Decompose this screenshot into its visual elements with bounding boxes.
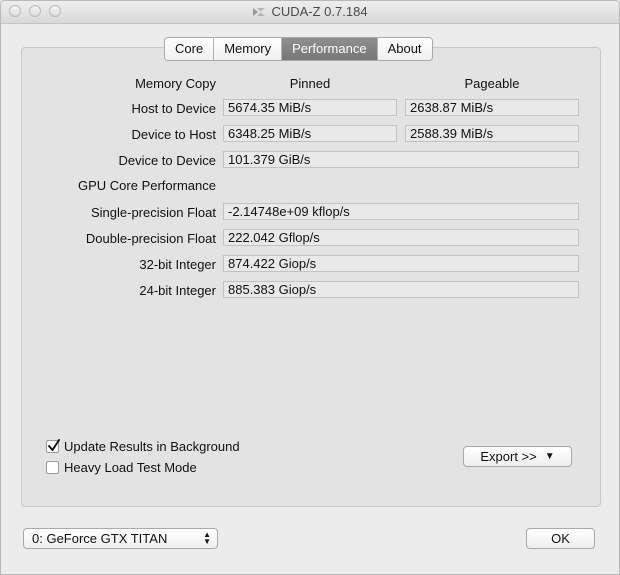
memory-copy-heading: Memory Copy bbox=[135, 76, 216, 91]
tab-about[interactable]: About bbox=[377, 38, 432, 60]
tab-content-panel bbox=[21, 47, 601, 507]
pageable-column-header: Pageable bbox=[464, 76, 520, 91]
int32-value: 874.422 Giop/s bbox=[223, 255, 579, 272]
title-bar: CUDA-Z 0.7.184 bbox=[1, 1, 619, 24]
int32-label: 32-bit Integer bbox=[139, 257, 216, 272]
window-title-container: CUDA-Z 0.7.184 bbox=[1, 4, 619, 21]
host-to-device-pageable-value: 2638.87 MiB/s bbox=[405, 99, 579, 116]
export-button[interactable]: Export >> ▼ bbox=[463, 446, 572, 467]
single-precision-value: -2.14748e+09 kflop/s bbox=[223, 203, 579, 220]
ok-button[interactable]: OK bbox=[526, 528, 595, 549]
single-precision-label: Single-precision Float bbox=[90, 205, 216, 220]
export-button-label: Export >> bbox=[480, 449, 537, 464]
device-to-host-pinned-value: 6348.25 MiB/s bbox=[223, 125, 397, 142]
update-background-checkbox[interactable]: Update Results in Background bbox=[46, 439, 240, 454]
host-to-device-label: Host to Device bbox=[131, 101, 216, 116]
triangle-down-icon: ▼ bbox=[544, 451, 555, 462]
tab-memory[interactable]: Memory bbox=[214, 38, 283, 60]
tab-performance[interactable]: Performance bbox=[282, 38, 378, 60]
cuda-z-logo-icon bbox=[252, 6, 266, 21]
double-precision-label: Double-precision Float bbox=[85, 231, 216, 246]
device-to-host-pageable-value: 2588.39 MiB/s bbox=[405, 125, 579, 142]
int24-value: 885.383 Giop/s bbox=[223, 281, 579, 298]
heavy-load-checkbox[interactable]: Heavy Load Test Mode bbox=[46, 460, 197, 475]
device-select-value: 0: GeForce GTX TITAN bbox=[32, 531, 168, 546]
app-window: CUDA-Z 0.7.184 Core Memory Performance A… bbox=[0, 0, 620, 575]
checkbox-unchecked-icon bbox=[46, 461, 59, 474]
device-select[interactable]: 0: GeForce GTX TITAN ▲ ▼ bbox=[23, 528, 218, 549]
tab-core[interactable]: Core bbox=[165, 38, 215, 60]
window-title: CUDA-Z 0.7.184 bbox=[271, 4, 368, 19]
device-to-host-label: Device to Host bbox=[131, 127, 216, 142]
device-to-device-label: Device to Device bbox=[118, 153, 216, 168]
tab-bar: Core Memory Performance About bbox=[164, 37, 433, 61]
update-background-label: Update Results in Background bbox=[64, 439, 240, 454]
checkbox-checked-icon bbox=[46, 439, 60, 453]
gpu-core-performance-heading: GPU Core Performance bbox=[78, 178, 216, 193]
up-down-chevron-icon: ▲ ▼ bbox=[203, 530, 211, 546]
heavy-load-label: Heavy Load Test Mode bbox=[64, 460, 197, 475]
ok-button-label: OK bbox=[551, 531, 570, 546]
int24-label: 24-bit Integer bbox=[139, 283, 216, 298]
double-precision-value: 222.042 Gflop/s bbox=[223, 229, 579, 246]
host-to-device-pinned-value: 5674.35 MiB/s bbox=[223, 99, 397, 116]
pinned-column-header: Pinned bbox=[289, 76, 331, 91]
device-to-device-value: 101.379 GiB/s bbox=[223, 151, 579, 168]
